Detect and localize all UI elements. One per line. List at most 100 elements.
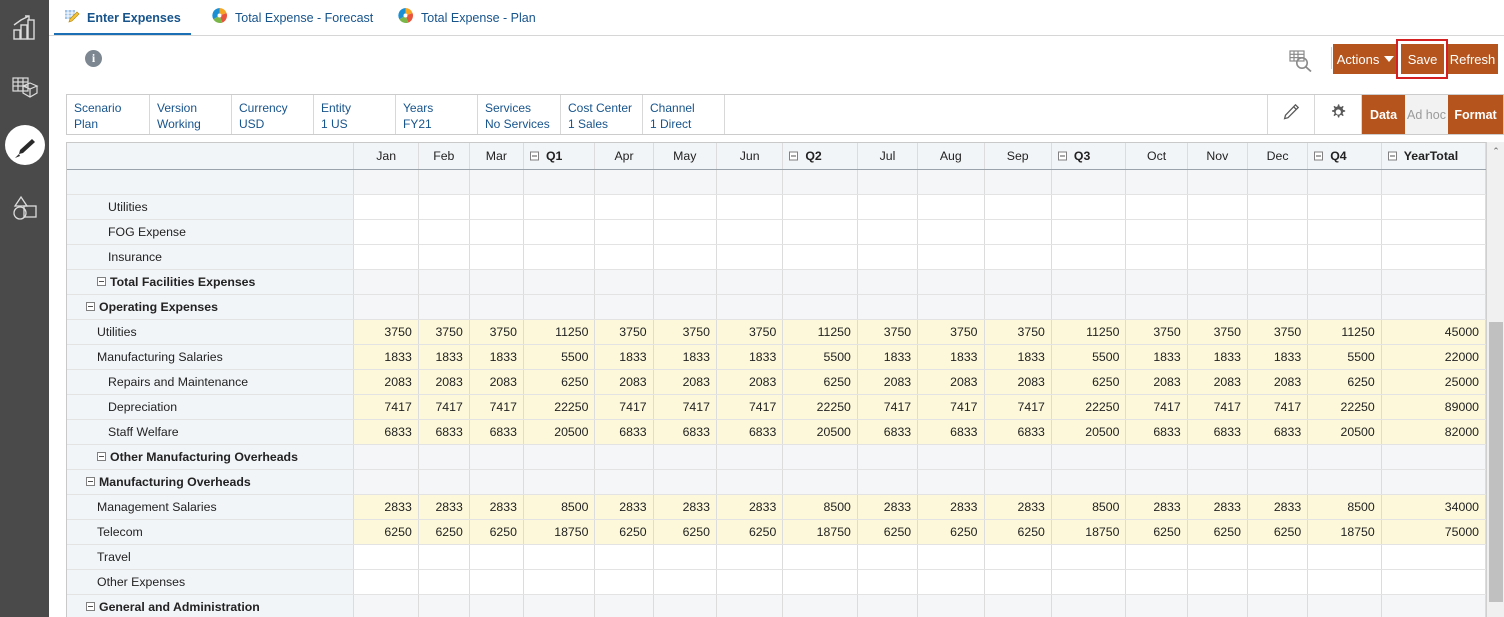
empty-cell[interactable] — [1247, 219, 1309, 245]
empty-cell[interactable] — [353, 594, 419, 617]
empty-cell[interactable] — [1307, 294, 1382, 320]
row-header-cell[interactable]: Staff Welfare — [67, 419, 355, 445]
data-cell[interactable]: 1833 — [594, 344, 654, 370]
data-cell[interactable]: 6833 — [594, 419, 654, 445]
empty-cell[interactable] — [917, 594, 985, 617]
empty-cell[interactable] — [1051, 244, 1127, 270]
empty-cell[interactable] — [1381, 269, 1487, 295]
empty-cell[interactable] — [782, 219, 858, 245]
empty-cell[interactable] — [653, 219, 717, 245]
column-header-dec[interactable]: Dec — [1247, 143, 1309, 170]
data-cell[interactable]: 7417 — [653, 394, 717, 420]
empty-cell[interactable] — [1187, 544, 1248, 570]
empty-cell[interactable] — [353, 169, 419, 195]
data-cell[interactable]: 2083 — [716, 369, 784, 395]
table-row[interactable]: FOG Expense — [67, 219, 1487, 245]
empty-cell[interactable] — [1307, 594, 1382, 617]
empty-cell[interactable] — [1307, 194, 1382, 220]
table-row[interactable]: Total Facilities Expenses — [67, 269, 1487, 295]
empty-cell[interactable] — [418, 544, 470, 570]
data-cell[interactable]: 20500 — [1307, 419, 1382, 445]
empty-cell[interactable] — [523, 269, 596, 295]
empty-cell[interactable] — [594, 544, 654, 570]
empty-cell[interactable] — [984, 219, 1052, 245]
empty-cell[interactable] — [653, 294, 717, 320]
data-cell[interactable]: 6250 — [1307, 369, 1382, 395]
data-cell[interactable]: 1833 — [469, 344, 524, 370]
empty-cell[interactable] — [353, 469, 419, 495]
empty-cell[interactable] — [1381, 544, 1487, 570]
data-cell[interactable]: 18750 — [1051, 519, 1127, 545]
table-row[interactable]: Manufacturing Salaries 1833 1833 1833 5500 18… — [67, 344, 1487, 370]
data-cell[interactable]: 7417 — [984, 394, 1052, 420]
column-header-nov[interactable]: Nov — [1187, 143, 1248, 170]
empty-cell[interactable] — [716, 469, 784, 495]
data-cell[interactable]: 8500 — [523, 494, 596, 520]
empty-cell[interactable] — [594, 194, 654, 220]
data-cell[interactable]: 6250 — [653, 519, 717, 545]
empty-cell[interactable] — [1187, 294, 1248, 320]
data-cell[interactable]: 20500 — [782, 419, 858, 445]
table-row[interactable]: Telecom 6250 6250 6250 18750 6250 6250 6250 1875… — [67, 519, 1487, 545]
empty-cell[interactable] — [984, 594, 1052, 617]
empty-cell[interactable] — [716, 444, 784, 470]
table-row[interactable]: General and Administration — [67, 594, 1487, 617]
empty-cell[interactable] — [353, 219, 419, 245]
data-cell[interactable]: 6250 — [469, 519, 524, 545]
pov-services[interactable]: Services No Services — [478, 95, 561, 134]
data-cell[interactable]: 5500 — [1307, 344, 1382, 370]
empty-cell[interactable] — [1125, 569, 1188, 595]
table-row[interactable]: Manufacturing Overheads — [67, 469, 1487, 495]
collapse-minus-icon[interactable] — [86, 476, 95, 486]
collapse-minus-icon[interactable] — [1387, 151, 1397, 161]
data-cell[interactable]: 2833 — [917, 494, 985, 520]
data-cell[interactable]: 6833 — [984, 419, 1052, 445]
empty-cell[interactable] — [1307, 269, 1382, 295]
scroll-up-arrow-icon[interactable]: ⌃ — [1487, 142, 1504, 160]
data-cell[interactable]: 3750 — [653, 319, 717, 345]
empty-cell[interactable] — [469, 169, 524, 195]
data-cell[interactable]: 6833 — [1125, 419, 1188, 445]
empty-cell[interactable] — [1125, 169, 1188, 195]
data-cell[interactable]: 8500 — [782, 494, 858, 520]
empty-cell[interactable] — [917, 244, 985, 270]
empty-cell[interactable] — [716, 569, 784, 595]
empty-cell[interactable] — [917, 544, 985, 570]
empty-cell[interactable] — [523, 169, 596, 195]
table-row[interactable]: Staff Welfare 6833 6833 6833 20500 6833 6833 68… — [67, 419, 1487, 445]
empty-cell[interactable] — [1307, 569, 1382, 595]
column-header-may[interactable]: May — [653, 143, 717, 170]
empty-cell[interactable] — [1381, 294, 1487, 320]
data-cell[interactable]: 3750 — [857, 319, 919, 345]
tab-enter-expenses[interactable]: Enter Expenses — [54, 0, 191, 36]
empty-cell[interactable] — [353, 569, 419, 595]
table-row[interactable]: Repairs and Maintenance 2083 2083 2083 6250 2… — [67, 369, 1487, 395]
data-cell[interactable]: 5500 — [523, 344, 596, 370]
empty-cell[interactable] — [594, 469, 654, 495]
row-header-cell[interactable]: Other Expenses — [67, 569, 355, 595]
data-cell[interactable]: 6833 — [469, 419, 524, 445]
table-row[interactable] — [67, 169, 1487, 195]
empty-cell[interactable] — [523, 594, 596, 617]
data-cell[interactable]: 34000 — [1381, 494, 1487, 520]
empty-cell[interactable] — [418, 244, 470, 270]
empty-cell[interactable] — [716, 219, 784, 245]
empty-cell[interactable] — [653, 569, 717, 595]
empty-cell[interactable] — [1187, 219, 1248, 245]
empty-cell[interactable] — [418, 194, 470, 220]
empty-cell[interactable] — [782, 594, 858, 617]
data-cell[interactable]: 6833 — [716, 419, 784, 445]
empty-cell[interactable] — [1051, 469, 1127, 495]
empty-cell[interactable] — [1381, 169, 1487, 195]
data-cell[interactable]: 2083 — [469, 369, 524, 395]
empty-cell[interactable] — [353, 294, 419, 320]
data-cell[interactable]: 6833 — [418, 419, 470, 445]
empty-cell[interactable] — [594, 294, 654, 320]
empty-cell[interactable] — [917, 269, 985, 295]
mode-adhoc-button[interactable]: Ad hoc — [1405, 95, 1448, 134]
empty-cell[interactable] — [1051, 569, 1127, 595]
data-cell[interactable]: 7417 — [594, 394, 654, 420]
data-cell[interactable]: 2833 — [857, 494, 919, 520]
empty-cell[interactable] — [857, 469, 919, 495]
data-cell[interactable]: 2833 — [418, 494, 470, 520]
